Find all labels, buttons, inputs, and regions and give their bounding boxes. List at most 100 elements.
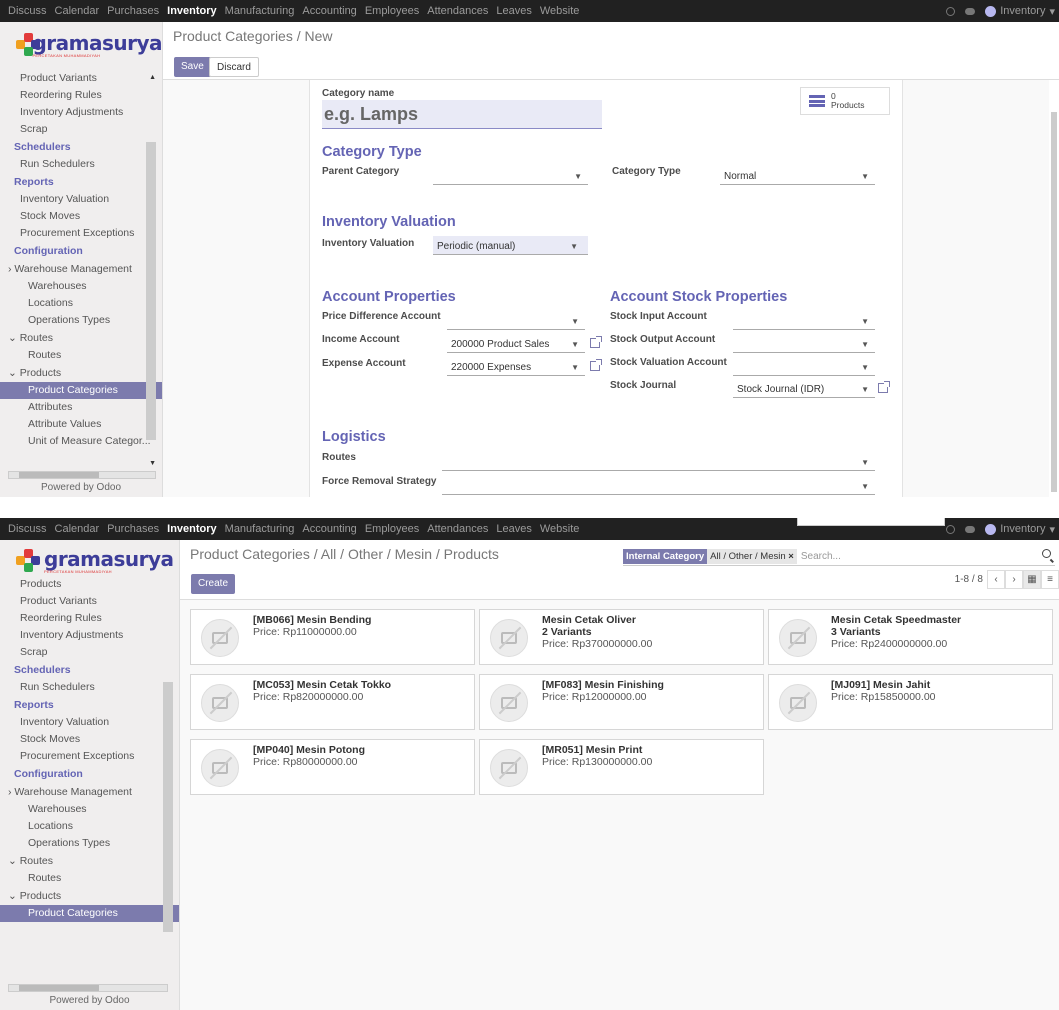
sidebar-item-stock-moves[interactable]: Stock Moves (0, 731, 179, 748)
sidebar-item-inventory-valuation[interactable]: Inventory Valuation (0, 191, 162, 208)
sidebar-item-warehouses[interactable]: Warehouses (0, 801, 179, 818)
user-menu[interactable]: Inventory ▾ (985, 523, 1055, 536)
menu-item-accounting[interactable]: Accounting (298, 518, 360, 540)
discard-button[interactable]: Discard (209, 57, 259, 77)
sidebar-item-reordering-rules[interactable]: Reordering Rules (0, 87, 162, 104)
income-account-select[interactable]: 200000 Product Sales ▼ (447, 334, 585, 353)
menu-item-employees[interactable]: Employees (361, 518, 423, 540)
sidebar-item-operations-types[interactable]: Operations Types (0, 312, 162, 329)
powered-by[interactable]: Powered by Odoo (0, 479, 162, 497)
sidebar-item-attributes[interactable]: Attributes (0, 399, 162, 416)
sidebar-item-run-schedulers[interactable]: Run Schedulers (0, 679, 179, 696)
menu-item-inventory[interactable]: Inventory (163, 0, 221, 22)
sidebar-item-stock-moves[interactable]: Stock Moves (0, 208, 162, 225)
category-name-input[interactable]: e.g. Lamps (322, 100, 602, 129)
external-link-icon[interactable] (590, 359, 602, 371)
sidebar-item-products[interactable]: Products (0, 576, 179, 593)
sidebar-item-product-categories[interactable]: Product Categories (0, 382, 162, 399)
sidebar-item-procurement-exceptions[interactable]: Procurement Exceptions (0, 748, 179, 765)
products-smart-button[interactable]: 0 Products (800, 87, 890, 115)
sidebar-item-operations-types[interactable]: Operations Types (0, 835, 179, 852)
stock-journal-select[interactable]: Stock Journal (IDR) ▼ (733, 379, 875, 398)
sidebar-item-attribute-values[interactable]: Attribute Values (0, 416, 162, 433)
menu-item-purchases[interactable]: Purchases (103, 0, 163, 22)
sidebar-item-routes[interactable]: Routes (0, 347, 162, 364)
menu-item-calendar[interactable]: Calendar (51, 0, 104, 22)
menu-item-website[interactable]: Website (536, 0, 584, 22)
breadcrumb[interactable]: Product Categories / All / Other / Mesin… (190, 546, 499, 562)
sidebar-item-inventory-valuation[interactable]: Inventory Valuation (0, 714, 179, 731)
sidebar-item-locations[interactable]: Locations (0, 295, 162, 312)
scroll-up-icon[interactable]: ▲ (149, 74, 156, 81)
stock-input-select[interactable]: ▼ (733, 311, 875, 330)
routes-input[interactable]: ▼ (442, 452, 875, 471)
activity-icon[interactable] (946, 524, 956, 534)
sidebar-item-product-categories[interactable]: Product Categories (0, 905, 179, 922)
parent-category-select[interactable]: ▼ (433, 166, 588, 185)
search-icon[interactable] (1042, 549, 1051, 558)
menu-item-calendar[interactable]: Calendar (51, 518, 104, 540)
sidebar-item-unit-of-measure-categor[interactable]: Unit of Measure Categor... (0, 433, 162, 450)
sidebar-hscrollbar[interactable] (8, 984, 168, 992)
menu-item-attendances[interactable]: Attendances (423, 0, 492, 22)
sidebar-scrollbar[interactable] (146, 142, 156, 440)
category-type-select[interactable]: Normal ▼ (720, 166, 875, 185)
menu-item-purchases[interactable]: Purchases (103, 518, 163, 540)
sidebar-item-routes[interactable]: ⌄ Routes (0, 852, 179, 870)
expense-account-select[interactable]: 220000 Expenses ▼ (447, 357, 585, 376)
search-input[interactable]: Search... (799, 551, 841, 562)
product-card[interactable]: Mesin Cetak Speedmaster 3 Variants Price: … (768, 609, 1053, 665)
form-scrollbar[interactable] (1051, 112, 1057, 492)
sidebar-item-scrap[interactable]: Scrap (0, 121, 162, 138)
menu-item-discuss[interactable]: Discuss (4, 0, 51, 22)
menu-item-website[interactable]: Website (536, 518, 584, 540)
product-card[interactable]: [MJ091] Mesin Jahit Price: Rp15850000.00 (768, 674, 1053, 730)
product-card[interactable]: [MR051] Mesin Print Price: Rp130000000.00 (479, 739, 764, 795)
product-card[interactable]: [MF083] Mesin Finishing Price: Rp12000000… (479, 674, 764, 730)
sidebar-item-warehouses[interactable]: Warehouses (0, 278, 162, 295)
pager-value[interactable]: 1-8 / 8 (955, 574, 983, 585)
chat-icon[interactable] (965, 525, 976, 533)
list-view-icon[interactable]: ≡ (1041, 570, 1059, 589)
sidebar-item-inventory-adjustments[interactable]: Inventory Adjustments (0, 627, 179, 644)
menu-item-manufacturing[interactable]: Manufacturing (221, 518, 299, 540)
sidebar-item-warehouse-management[interactable]: › Warehouse Management (0, 783, 179, 801)
product-card[interactable]: [MP040] Mesin Potong Price: Rp80000000.00 (190, 739, 475, 795)
force-removal-select[interactable]: ▼ (442, 476, 875, 495)
sidebar-item-product-variants[interactable]: Product Variants (0, 593, 179, 610)
powered-by[interactable]: Powered by Odoo (0, 992, 179, 1010)
sidebar-item-routes[interactable]: ⌄ Routes (0, 329, 162, 347)
company-logo[interactable]: gramasurya PERCETAKAN MUHAMMADIYAH (0, 22, 162, 68)
search-facet[interactable]: Internal Category All / Other / Mesin × (623, 548, 797, 564)
external-link-icon[interactable] (878, 381, 890, 393)
sidebar-hscrollbar[interactable] (8, 471, 156, 479)
product-card[interactable]: [MB066] Mesin Bending Price: Rp11000000.0… (190, 609, 475, 665)
stock-output-select[interactable]: ▼ (733, 334, 875, 353)
menu-item-attendances[interactable]: Attendances (423, 518, 492, 540)
price-difference-select[interactable]: ▼ (447, 311, 585, 330)
stock-valuation-select[interactable]: ▼ (733, 357, 875, 376)
sidebar-item-run-schedulers[interactable]: Run Schedulers (0, 156, 162, 173)
kanban-view-icon[interactable]: ▦ (1023, 570, 1041, 589)
scroll-down-icon[interactable]: ▼ (149, 460, 156, 467)
sidebar-item-routes[interactable]: Routes (0, 870, 179, 887)
breadcrumb[interactable]: Product Categories / New (173, 28, 333, 44)
facet-close-icon[interactable]: × (788, 551, 794, 562)
pager-next-icon[interactable]: › (1005, 570, 1023, 589)
chat-icon[interactable] (965, 7, 976, 15)
search-bar[interactable]: Internal Category All / Other / Mesin × S… (623, 547, 1055, 566)
external-link-icon[interactable] (590, 336, 602, 348)
sidebar-item-inventory-adjustments[interactable]: Inventory Adjustments (0, 104, 162, 121)
sidebar-scrollbar[interactable] (163, 682, 173, 932)
menu-item-inventory[interactable]: Inventory (163, 518, 221, 540)
user-menu[interactable]: Inventory ▾ (985, 5, 1055, 18)
menu-item-manufacturing[interactable]: Manufacturing (221, 0, 299, 22)
product-card[interactable]: [MC053] Mesin Cetak Tokko Price: Rp820000… (190, 674, 475, 730)
sidebar-item-procurement-exceptions[interactable]: Procurement Exceptions (0, 225, 162, 242)
menu-item-leaves[interactable]: Leaves (492, 0, 535, 22)
activity-icon[interactable] (946, 6, 956, 16)
menu-item-employees[interactable]: Employees (361, 0, 423, 22)
sidebar-item-products[interactable]: ⌄ Products (0, 364, 162, 382)
menu-item-accounting[interactable]: Accounting (298, 0, 360, 22)
sidebar-item-product-variants[interactable]: Product Variants (0, 70, 162, 87)
